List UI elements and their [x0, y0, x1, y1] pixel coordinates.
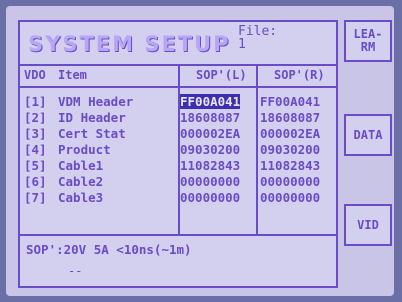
col-sop-right: SOP'(R) — [274, 68, 325, 82]
table-row[interactable]: [6] Cable2 00000000 00000000 — [20, 174, 336, 190]
selected-cell[interactable]: FF00A041 — [180, 94, 241, 109]
vid-softkey[interactable]: VID — [344, 204, 392, 246]
col-vdo: VDO — [24, 68, 46, 82]
sop-status: SOP':20V 5A <10ns(~1m) — [26, 242, 192, 257]
file-number: 1 — [238, 37, 246, 52]
table-row[interactable]: [4] Product 09030200 09030200 — [20, 142, 336, 158]
table-row[interactable]: [2] ID Header 18608087 18608087 — [20, 110, 336, 126]
table-row[interactable]: [7] Cable3 00000000 00000000 — [20, 190, 336, 206]
table-row[interactable]: [5] Cable1 11082843 11082843 — [20, 158, 336, 174]
data-softkey[interactable]: DATA — [344, 114, 392, 156]
col-sop-left: SOP'(L) — [196, 68, 247, 82]
file-indicator: File: 1 — [238, 25, 277, 51]
title-bar: SYSTEM SETUP File: 1 — [20, 22, 336, 66]
table-row[interactable]: [1] VDM Header FF00A041 FF00A041 — [20, 94, 336, 110]
setup-panel: SYSTEM SETUP File: 1 VDO Item SOP'(L) SO… — [18, 20, 338, 288]
table-row[interactable]: [3] Cert Stat 000002EA 000002EA — [20, 126, 336, 142]
vdo-table: VDO Item SOP'(L) SOP'(R) [1] VDM Header … — [20, 64, 336, 234]
lcd-screen: SYSTEM SETUP File: 1 VDO Item SOP'(L) SO… — [6, 6, 394, 296]
col-item: Item — [58, 68, 87, 82]
status-divider — [20, 234, 336, 236]
page-title: SYSTEM SETUP — [28, 32, 231, 56]
status-sub: -- — [68, 264, 83, 278]
learn-softkey[interactable]: LEA- RM — [344, 20, 392, 62]
